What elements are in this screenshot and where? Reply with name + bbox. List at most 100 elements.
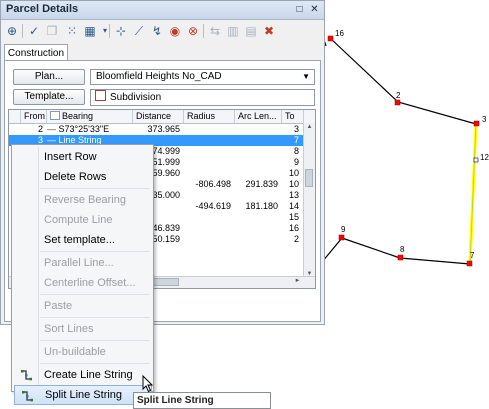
cell-radius[interactable]	[184, 157, 231, 168]
cell-to[interactable]: 16	[282, 223, 299, 234]
menu-item-split-line-string[interactable]: Split Line String	[14, 385, 152, 405]
check-icon[interactable]: ✓	[26, 23, 42, 39]
zoom-to-icon[interactable]: ⊕	[4, 23, 20, 39]
menu-item-centerline-offset[interactable]: Centerline Offset...	[14, 273, 152, 293]
properties-icon[interactable]: ▤	[243, 23, 259, 39]
cell-to[interactable]: 7	[282, 135, 299, 146]
menu-separator	[40, 317, 150, 318]
vertical-scrollbar[interactable]: ▲ ▼	[303, 123, 315, 278]
vertex-marker	[466, 260, 473, 267]
cell-arc[interactable]	[235, 135, 278, 146]
menu-item-label: Set template...	[44, 234, 115, 246]
cell-to[interactable]: 15	[282, 212, 299, 223]
row-header-corner	[9, 110, 21, 123]
circle-icon[interactable]: ◉	[167, 23, 183, 39]
cell-from[interactable]: 2	[21, 124, 43, 135]
cell-radius[interactable]	[184, 124, 231, 135]
vertical-scroll-thumb[interactable]	[305, 169, 313, 187]
join-icon[interactable]: ⇆	[207, 23, 223, 39]
menu-item-parallel-line[interactable]: Parallel Line...	[14, 253, 152, 273]
chart-icon[interactable]: ▥	[225, 23, 241, 39]
menu-item-create-line-string[interactable]: Create Line String	[14, 365, 152, 385]
cell-to[interactable]: 8	[282, 146, 299, 157]
cell-arc[interactable]	[235, 168, 278, 179]
vertex-marker	[397, 254, 404, 261]
vertex-marker	[338, 234, 345, 241]
midpoint-marker	[473, 157, 479, 163]
cell-to[interactable]: 10	[282, 168, 299, 179]
template-button[interactable]: Template...	[13, 89, 85, 105]
cell-to[interactable]: 3	[282, 124, 299, 135]
cell-arc[interactable]	[235, 234, 278, 245]
menu-item-label: Centerline Offset...	[44, 277, 136, 289]
template-field[interactable]: Subdivision	[90, 89, 315, 106]
points-grid-icon[interactable]: ⁙	[64, 23, 80, 39]
menu-item-compute-line[interactable]: Compute Line	[14, 210, 152, 230]
cell-arc[interactable]: 181.180	[235, 201, 278, 212]
cell-arc[interactable]	[235, 124, 278, 135]
cell-radius[interactable]: -494.619	[184, 201, 231, 212]
table-row[interactable]: 2 — S73°25'33"E 373.965 3	[9, 124, 303, 135]
column-header-bearing[interactable]: Bearing	[47, 110, 133, 123]
cell-distance[interactable]: 373.965	[133, 124, 180, 135]
cell-radius[interactable]	[184, 234, 231, 245]
cell-to[interactable]: 10	[282, 179, 299, 190]
cell-arc[interactable]	[235, 157, 278, 168]
point-label: 7	[470, 251, 475, 260]
cell-arc[interactable]	[235, 223, 278, 234]
delete-icon[interactable]: ✖	[261, 23, 277, 39]
cell-to[interactable]: 2	[282, 234, 299, 245]
menu-item-label: Sort Lines	[44, 323, 94, 335]
dropdown-arrow-icon[interactable]: ▾	[97, 23, 113, 39]
plan-button[interactable]: Plan...	[13, 69, 85, 85]
scroll-right-icon[interactable]: ►	[292, 278, 303, 284]
cell-arc[interactable]: 291.839	[235, 179, 278, 190]
menu-item-set-template[interactable]: Set template...	[14, 230, 152, 250]
menu-separator	[40, 251, 150, 252]
title-bar[interactable]: Parcel Details □ ✕	[1, 1, 324, 20]
copy-icon[interactable]: ❐	[44, 23, 60, 39]
cell-radius[interactable]	[184, 135, 231, 146]
curve-icon[interactable]: ↯	[149, 23, 165, 39]
target-icon[interactable]: ⊗	[185, 23, 201, 39]
column-header-radius[interactable]: Radius	[184, 110, 235, 123]
cell-arc[interactable]	[235, 190, 278, 201]
split-line-string-icon	[22, 391, 33, 402]
menu-item-insert-row[interactable]: Insert Row	[14, 147, 152, 167]
cell-radius[interactable]	[184, 212, 231, 223]
column-header-arc-length[interactable]: Arc Len...	[235, 110, 282, 123]
cell-to[interactable]: 9	[282, 157, 299, 168]
vertex-marker	[473, 120, 480, 127]
traverse-icon[interactable]: ⊹	[113, 23, 129, 39]
cell-radius[interactable]	[184, 190, 231, 201]
column-header-distance[interactable]: Distance	[133, 110, 184, 123]
point-label: 9	[341, 225, 346, 234]
plan-combobox[interactable]: Bloomfield Heights No_CAD ▼	[90, 69, 315, 85]
scroll-up-icon[interactable]: ▲	[304, 124, 315, 130]
menu-item-delete-rows[interactable]: Delete Rows	[14, 167, 152, 187]
cell-arc[interactable]	[235, 146, 278, 157]
cell-radius[interactable]	[184, 146, 231, 157]
close-icon[interactable]: ✕	[308, 3, 321, 16]
restore-icon[interactable]: □	[293, 3, 306, 16]
menu-item-label: Create Line String	[44, 369, 133, 381]
menu-item-reverse-bearing[interactable]: Reverse Bearing	[14, 190, 152, 210]
menu-item-label: Reverse Bearing	[44, 194, 126, 206]
bearing-value: S73°25'33"E	[58, 124, 110, 134]
menu-item-un-buildable[interactable]: Un-buildable	[14, 342, 152, 362]
cell-radius[interactable]: -806.498	[184, 179, 231, 190]
table-options-icon[interactable]: ▦	[82, 23, 98, 39]
line-icon[interactable]: ⟋	[131, 23, 147, 39]
cell-radius[interactable]	[184, 223, 231, 234]
cell-bearing[interactable]: — S73°25'33"E	[47, 124, 129, 135]
column-header-to[interactable]: To	[282, 110, 304, 123]
line-type-icon: —	[47, 124, 59, 134]
column-header-from[interactable]: From	[21, 110, 47, 123]
menu-item-paste[interactable]: Paste	[14, 296, 152, 316]
cell-to[interactable]: 13	[282, 190, 299, 201]
cell-to[interactable]: 14	[282, 201, 299, 212]
menu-item-sort-lines[interactable]: Sort Lines	[14, 319, 152, 339]
cell-radius[interactable]	[184, 168, 231, 179]
mouse-cursor-icon	[142, 375, 154, 393]
cell-arc[interactable]	[235, 212, 278, 223]
